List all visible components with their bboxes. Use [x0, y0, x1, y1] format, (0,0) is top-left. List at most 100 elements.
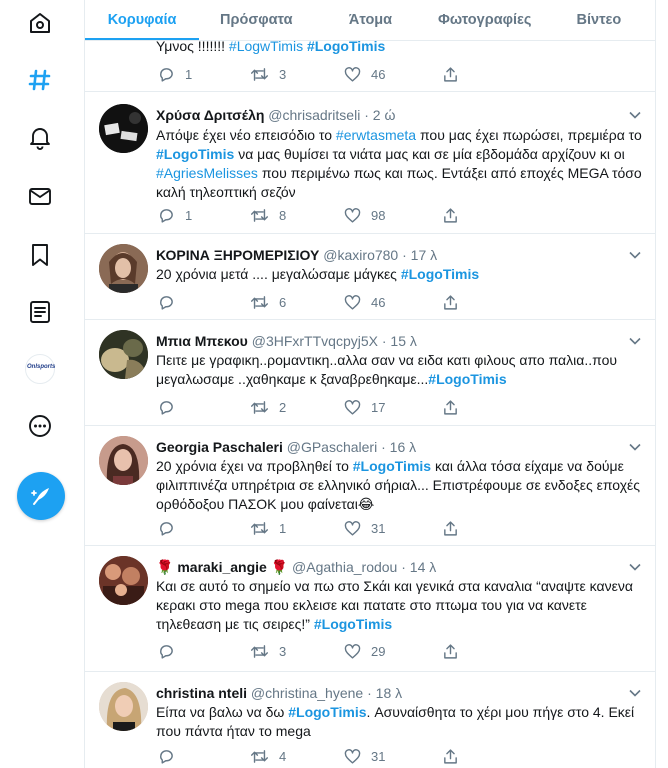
tweet-text: Και σε αυτό το σημείο να πω στο Σκάι και… — [156, 578, 633, 632]
share-button[interactable] — [442, 642, 459, 660]
retweet-count: 8 — [279, 207, 287, 223]
retweet-button[interactable]: 1 — [250, 519, 286, 537]
tab-people[interactable]: Άτομα — [313, 0, 427, 40]
user-handle[interactable]: @kaxiro780 — [323, 247, 398, 263]
like-button[interactable]: 31 — [344, 747, 385, 765]
chevron-down-icon[interactable] — [628, 334, 642, 348]
like-button[interactable]: 46 — [344, 293, 385, 311]
tab-top[interactable]: Κορυφαία — [85, 0, 200, 40]
share-button[interactable] — [442, 398, 459, 416]
hashtag-link[interactable]: #LogoTimis — [353, 458, 431, 474]
timestamp[interactable]: 2 ώ — [373, 107, 396, 123]
user-handle[interactable]: @christina_hyene — [251, 685, 363, 701]
like-button[interactable]: 31 — [344, 519, 385, 537]
tweet[interactable]: Χρύσα Δριτσέλη @chrisadritseli · 2 ώ Από… — [85, 92, 655, 234]
share-icon — [444, 294, 457, 310]
display-name[interactable]: christina nteli — [156, 685, 247, 701]
hashtag-link[interactable]: #LogoTimis — [156, 146, 234, 162]
hashtag-link[interactable]: #LogoTimis — [314, 616, 392, 632]
hashtag-link[interactable]: #erwtasmeta — [336, 127, 416, 143]
tweet[interactable]: christina nteli @christina_hyene · 18 λ … — [85, 672, 655, 768]
tweet[interactable]: Μπια Μπεκου @3HFxrTTvqcpyj5X · 15 λ Πειτ… — [85, 320, 655, 426]
tweet-text: 20 χρόνια μετά .... μεγαλώσαμε μάγκες #L… — [156, 266, 480, 282]
share-icon — [444, 399, 457, 415]
avatar[interactable] — [99, 244, 148, 293]
tab-videos[interactable]: Βίντεο — [542, 0, 655, 40]
like-button[interactable]: 46 — [344, 65, 385, 83]
retweet-icon — [250, 400, 268, 414]
like-button[interactable]: 29 — [344, 642, 385, 660]
display-name[interactable]: Georgia Paschaleri — [156, 439, 283, 455]
retweet-button[interactable]: 4 — [250, 747, 286, 765]
tab-photos[interactable]: Φωτογραφίες — [428, 0, 542, 40]
bookmarks-icon[interactable] — [20, 235, 60, 275]
tweet-text: Είπα να βαλω να δω #LogoTimis. Ασυναίσθη… — [156, 704, 635, 739]
reply-icon — [160, 208, 173, 223]
avatar[interactable] — [99, 556, 148, 605]
display-name[interactable]: Χρύσα Δριτσέλη — [156, 107, 264, 123]
reply-button[interactable] — [158, 747, 185, 765]
retweet-button[interactable]: 2 — [250, 398, 286, 416]
retweet-button[interactable]: 8 — [250, 206, 286, 224]
timestamp[interactable]: 14 λ — [410, 559, 436, 575]
tweet[interactable]: Georgia Paschaleri @GPaschaleri · 16 λ 2… — [85, 426, 655, 546]
share-button[interactable] — [442, 747, 459, 765]
avatar[interactable] — [99, 436, 148, 485]
lists-icon[interactable] — [20, 292, 60, 332]
home-icon[interactable] — [20, 3, 60, 43]
more-icon[interactable] — [20, 406, 60, 446]
reply-button[interactable]: 1 — [158, 206, 192, 224]
user-handle[interactable]: @GPaschaleri — [287, 439, 377, 455]
reply-button[interactable] — [158, 293, 185, 311]
tab-latest[interactable]: Πρόσφατα — [199, 0, 313, 40]
reply-button[interactable] — [158, 519, 185, 537]
timestamp[interactable]: 18 λ — [376, 685, 402, 701]
like-button[interactable]: 17 — [344, 398, 385, 416]
separator-dot: · — [367, 685, 372, 701]
chevron-down-icon[interactable] — [628, 440, 642, 454]
explore-icon[interactable] — [20, 60, 60, 100]
chevron-down-icon[interactable] — [628, 108, 642, 122]
tweet[interactable]: 🌹 maraki_angie 🌹 @Agathia_rodou · 14 λ Κ… — [85, 546, 655, 672]
timestamp[interactable]: 17 λ — [411, 247, 437, 263]
tweet-text: Πειτε με γραφικη..ρομαντικη..αλλα σαν να… — [156, 352, 618, 387]
like-button[interactable]: 98 — [344, 206, 385, 224]
share-button[interactable] — [442, 65, 459, 83]
retweet-button[interactable]: 6 — [250, 293, 286, 311]
chevron-down-icon[interactable] — [628, 560, 642, 574]
hashtag-link[interactable]: #LogoTimis — [428, 371, 506, 387]
display-name[interactable]: maraki_angie — [177, 559, 267, 575]
user-handle[interactable]: @3HFxrTTvqcpyj5X — [252, 333, 378, 349]
retweet-count: 4 — [279, 748, 287, 764]
user-handle[interactable]: @chrisadritseli — [268, 107, 360, 123]
chevron-down-icon[interactable] — [628, 686, 642, 700]
retweet-button[interactable]: 3 — [250, 65, 286, 83]
messages-icon[interactable] — [20, 176, 60, 216]
reply-icon — [160, 749, 173, 764]
hashtag-link[interactable]: #LogoTimis — [401, 266, 479, 282]
share-button[interactable] — [442, 293, 459, 311]
share-button[interactable] — [442, 206, 459, 224]
tweet[interactable]: ΚΟΡΙΝΑ ΞΗΡΟΜΕΡΙΣΙΟΥ @kaxiro780 · 17 λ 20… — [85, 234, 655, 320]
reply-button[interactable] — [158, 642, 185, 660]
chevron-down-icon[interactable] — [628, 248, 642, 262]
hashtag-link[interactable]: #LogoTimis — [288, 704, 366, 720]
compose-button[interactable] — [17, 472, 65, 520]
profile-avatar[interactable]: Onlsports — [20, 349, 60, 389]
display-name[interactable]: Μπια Μπεκου — [156, 333, 248, 349]
avatar[interactable] — [99, 330, 148, 379]
share-button[interactable] — [442, 519, 459, 537]
retweet-icon — [250, 644, 268, 658]
avatar[interactable] — [99, 682, 148, 731]
retweet-button[interactable]: 3 — [250, 642, 286, 660]
timestamp[interactable]: 15 λ — [390, 333, 416, 349]
avatar[interactable] — [99, 104, 148, 153]
timestamp[interactable]: 16 λ — [390, 439, 416, 455]
reply-button[interactable] — [158, 398, 185, 416]
reply-icon — [160, 295, 173, 310]
display-name[interactable]: ΚΟΡΙΝΑ ΞΗΡΟΜΕΡΙΣΙΟΥ — [156, 247, 319, 263]
notifications-icon[interactable] — [20, 117, 60, 157]
reply-button[interactable]: 1 — [158, 65, 192, 83]
hashtag-link[interactable]: #AgriesMelisses — [156, 165, 258, 181]
user-handle[interactable]: @Agathia_rodou — [292, 559, 397, 575]
